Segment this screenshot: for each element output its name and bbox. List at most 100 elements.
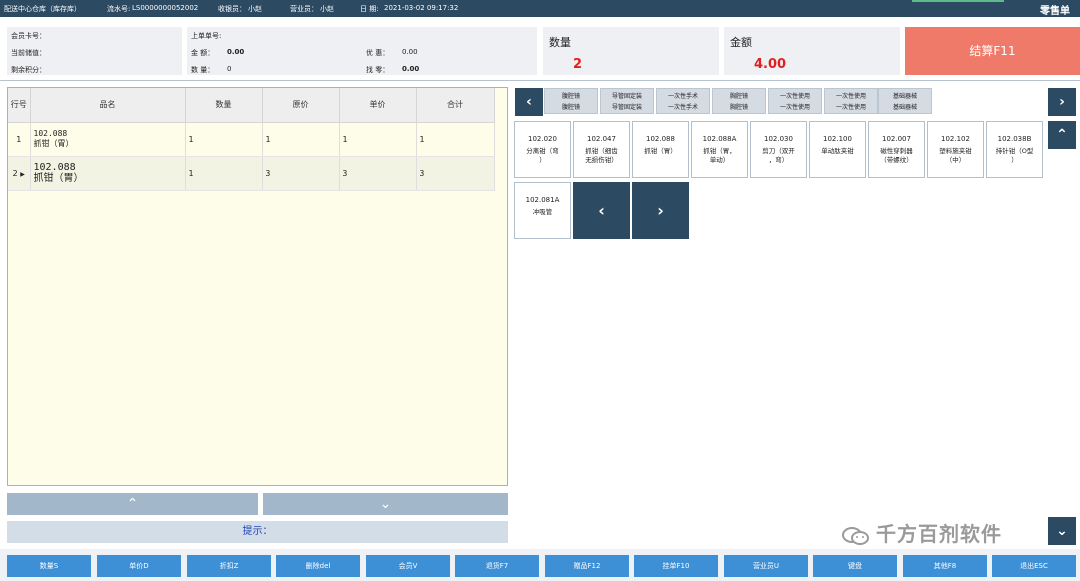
row-name-cell: 102.088 抓钳（胃） xyxy=(30,156,186,191)
product-code: 102.081A xyxy=(525,196,560,204)
chevron-right-icon: › xyxy=(1059,94,1065,110)
fkey-discount-button[interactable]: 折扣Z xyxy=(187,555,271,577)
col-header-orig-price[interactable]: 原价 xyxy=(262,88,340,123)
sales-label: 营业员： xyxy=(290,5,318,13)
product-name: 抓钳（胃） xyxy=(644,147,677,155)
col-header-name[interactable]: 品名 xyxy=(30,88,186,123)
product-code: 102.088A xyxy=(702,135,737,143)
category-tab[interactable]: 一次性使用 一次性使用 xyxy=(768,88,822,114)
chevron-up-icon: ⌃ xyxy=(126,496,139,512)
fkey-delete-button[interactable]: 删除del xyxy=(276,555,360,577)
col-header-total[interactable]: 合计 xyxy=(416,88,495,123)
member-panel: 会员卡号： 当前储值： 剩余积分： xyxy=(7,27,182,75)
product-tile[interactable]: 102.030 剪刀（双开 ，弯） xyxy=(750,121,807,178)
product-name: 抓钳（胃， 单动） xyxy=(703,147,736,164)
table-row[interactable]: 2 ▶ 102.088 抓钳（胃） 1 3 3 3 xyxy=(8,156,495,191)
product-tile[interactable]: 102.100 单动肽夹钳 xyxy=(809,121,866,178)
category-tab[interactable]: 腹腔镜 腹腔镜 xyxy=(544,88,598,114)
col-header-qty[interactable]: 数量 xyxy=(185,88,263,123)
fkey-return-button[interactable]: 退货F7 xyxy=(455,555,539,577)
fkey-member-button[interactable]: 会员V xyxy=(366,555,450,577)
last-discount-value: 0.00 xyxy=(402,48,418,56)
fkey-hold-button[interactable]: 挂单F10 xyxy=(634,555,718,577)
wechat-logo-icon xyxy=(842,526,869,545)
amount-panel: 金额 4.00 xyxy=(724,27,900,75)
category-tab[interactable]: 基础器械 基础器械 xyxy=(878,88,932,114)
product-code: 102.102 xyxy=(941,135,970,143)
category-tab[interactable]: 一次性手术 一次性手术 xyxy=(656,88,710,114)
fkey-exit-button[interactable]: 退出ESC xyxy=(992,555,1076,577)
fkey-other-button[interactable]: 其他F8 xyxy=(903,555,987,577)
category-tab[interactable]: 一次性使用 一次性使用 xyxy=(824,88,878,114)
order-grid[interactable]: 行号 品名 数量 原价 单价 合计 1 102.088 抓钳（胃） 1 1 1 1… xyxy=(7,87,508,486)
product-name: 持针钳（O型 ） xyxy=(995,147,1034,164)
fkey-gift-button[interactable]: 赠品F12 xyxy=(545,555,629,577)
product-name: 冲吸管 xyxy=(532,208,553,216)
row-unit-price[interactable]: 1 xyxy=(339,122,417,157)
row-code: 102.088 xyxy=(33,162,76,173)
watermark-text: 千方百剂软件 xyxy=(876,522,1002,546)
chevron-left-icon: ‹ xyxy=(526,94,532,110)
product-tile[interactable]: 102.088 抓钳（胃） xyxy=(632,121,689,178)
row-qty[interactable]: 1 xyxy=(185,156,263,191)
category-label: 一次性手术 xyxy=(667,93,698,100)
product-name: 塑料施夹钳 （中） xyxy=(939,147,972,164)
fkey-quantity-button[interactable]: 数量S xyxy=(7,555,91,577)
scroll-up-button[interactable]: ⌃ xyxy=(7,493,258,515)
row-unit-price[interactable]: 3 xyxy=(339,156,417,191)
product-tile[interactable]: 102.081A 冲吸管 xyxy=(514,182,571,239)
status-strip xyxy=(912,0,1004,2)
category-prev-button[interactable]: ‹ xyxy=(515,88,543,116)
divider xyxy=(0,80,1080,81)
chevron-down-icon: ⌄ xyxy=(379,496,392,512)
product-name: 磁性穿刺器 （带螺纹） xyxy=(880,147,913,164)
cashier-value: 小赵 xyxy=(248,5,262,13)
col-header-unit-price[interactable]: 单价 xyxy=(339,88,417,123)
product-tile[interactable]: 102.102 塑料施夹钳 （中） xyxy=(927,121,984,178)
product-tile[interactable]: 102.088A 抓钳（胃， 单动） xyxy=(691,121,748,178)
row-qty[interactable]: 1 xyxy=(185,122,263,157)
category-sublabel: 腹腔镜 xyxy=(561,104,580,111)
fkey-salesperson-button[interactable]: 营业员U xyxy=(724,555,808,577)
row-number-text: 2 xyxy=(12,168,18,178)
product-tile[interactable]: 102.038B 持针钳（O型 ） xyxy=(986,121,1043,178)
warehouse-name: 配送中心仓库（库存库） xyxy=(4,5,81,13)
product-tile[interactable]: 102.047 抓钳（细齿 无损伤钳） xyxy=(573,121,630,178)
date-label: 日 期: xyxy=(360,5,379,13)
table-row[interactable]: 1 102.088 抓钳（胃） 1 1 1 1 xyxy=(8,122,495,157)
category-tab[interactable]: 胸腔镜 胸腔镜 xyxy=(712,88,766,114)
current-row-marker-icon: ▶ xyxy=(20,170,25,178)
fkey-price-button[interactable]: 单价D xyxy=(97,555,181,577)
last-change-value: 0.00 xyxy=(402,65,420,73)
category-tab[interactable]: 导管固定装 导管固定装 xyxy=(600,88,654,114)
member-card-label: 会员卡号： xyxy=(11,32,46,40)
product-prev-page-button[interactable]: ‹ xyxy=(573,182,630,239)
checkout-button[interactable]: 结算F11 xyxy=(905,27,1080,75)
category-sublabel: 导管固定装 xyxy=(611,104,642,111)
product-next-page-button[interactable]: › xyxy=(632,182,689,239)
product-tile[interactable]: 102.020 分离钳（弯 ） xyxy=(514,121,571,178)
last-amount-value: 0.00 xyxy=(227,48,245,56)
quantity-panel: 数量 2 xyxy=(543,27,719,75)
category-label: 导管固定装 xyxy=(611,93,642,100)
product-code: 102.038B xyxy=(997,135,1032,143)
product-scroll-down-button[interactable]: ⌄ xyxy=(1048,517,1076,545)
row-orig-price: 1 xyxy=(262,122,340,157)
category-label: 一次性使用 xyxy=(779,93,810,100)
chevron-up-icon: ⌃ xyxy=(1056,127,1068,143)
product-tile[interactable]: 102.007 磁性穿刺器 （带螺纹） xyxy=(868,121,925,178)
category-sublabel: 一次性使用 xyxy=(835,104,866,111)
amount-value: 4.00 xyxy=(754,57,787,72)
last-qty-label: 数 量： xyxy=(191,66,215,74)
product-scroll-up-button[interactable]: ⌃ xyxy=(1048,121,1076,149)
fkey-keyboard-button[interactable]: 键盘 xyxy=(813,555,897,577)
scroll-down-button[interactable]: ⌄ xyxy=(263,493,508,515)
col-header-row-no[interactable]: 行号 xyxy=(8,88,31,123)
serial-label: 流水号: xyxy=(107,5,131,13)
category-next-button[interactable]: › xyxy=(1048,88,1076,116)
last-qty-value: 0 xyxy=(227,65,232,73)
category-label: 基础器械 xyxy=(892,93,917,100)
category-sublabel: 基础器械 xyxy=(892,104,917,111)
last-order-panel: 上单单号: 金 额： 0.00 数 量： 0 优 惠： 0.00 找 零： 0.… xyxy=(187,27,537,75)
last-discount-label: 优 惠： xyxy=(366,49,390,57)
